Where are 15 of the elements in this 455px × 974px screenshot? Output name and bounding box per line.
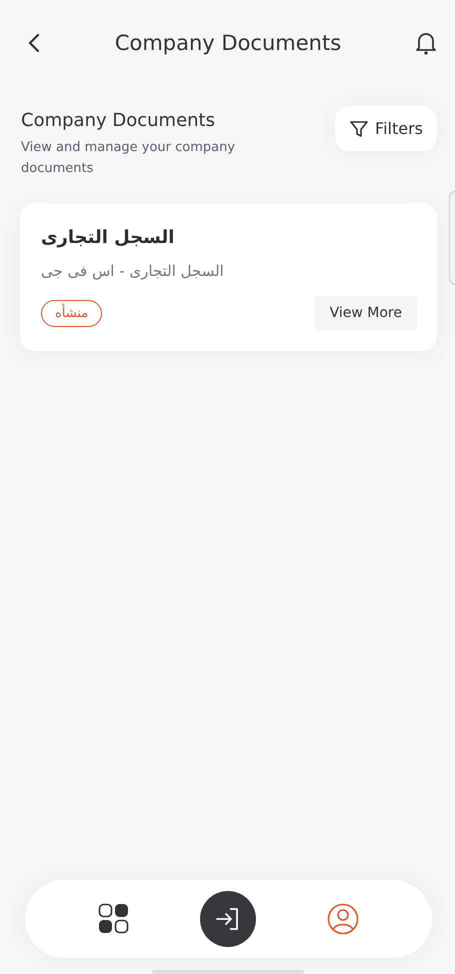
page-title: Company Documents bbox=[114, 31, 342, 55]
document-title: السجل التجارى bbox=[41, 227, 176, 248]
view-more-button[interactable]: View More bbox=[314, 296, 417, 330]
apps-nav-button[interactable] bbox=[98, 903, 130, 935]
document-tag: منشأه bbox=[41, 300, 102, 326]
document-subtitle: السجل التجارى - اس فى جى bbox=[41, 262, 225, 280]
filter-icon bbox=[349, 118, 370, 138]
bell-icon[interactable] bbox=[414, 31, 437, 55]
profile-icon bbox=[326, 903, 359, 935]
section-subtitle: View and manage your company documents bbox=[21, 139, 236, 178]
section-title: Company Documents bbox=[21, 110, 216, 131]
back-icon[interactable] bbox=[27, 32, 41, 54]
profile-nav-button[interactable] bbox=[326, 903, 359, 935]
grid-icon bbox=[98, 903, 130, 935]
filters-button[interactable]: Filters bbox=[335, 106, 437, 151]
